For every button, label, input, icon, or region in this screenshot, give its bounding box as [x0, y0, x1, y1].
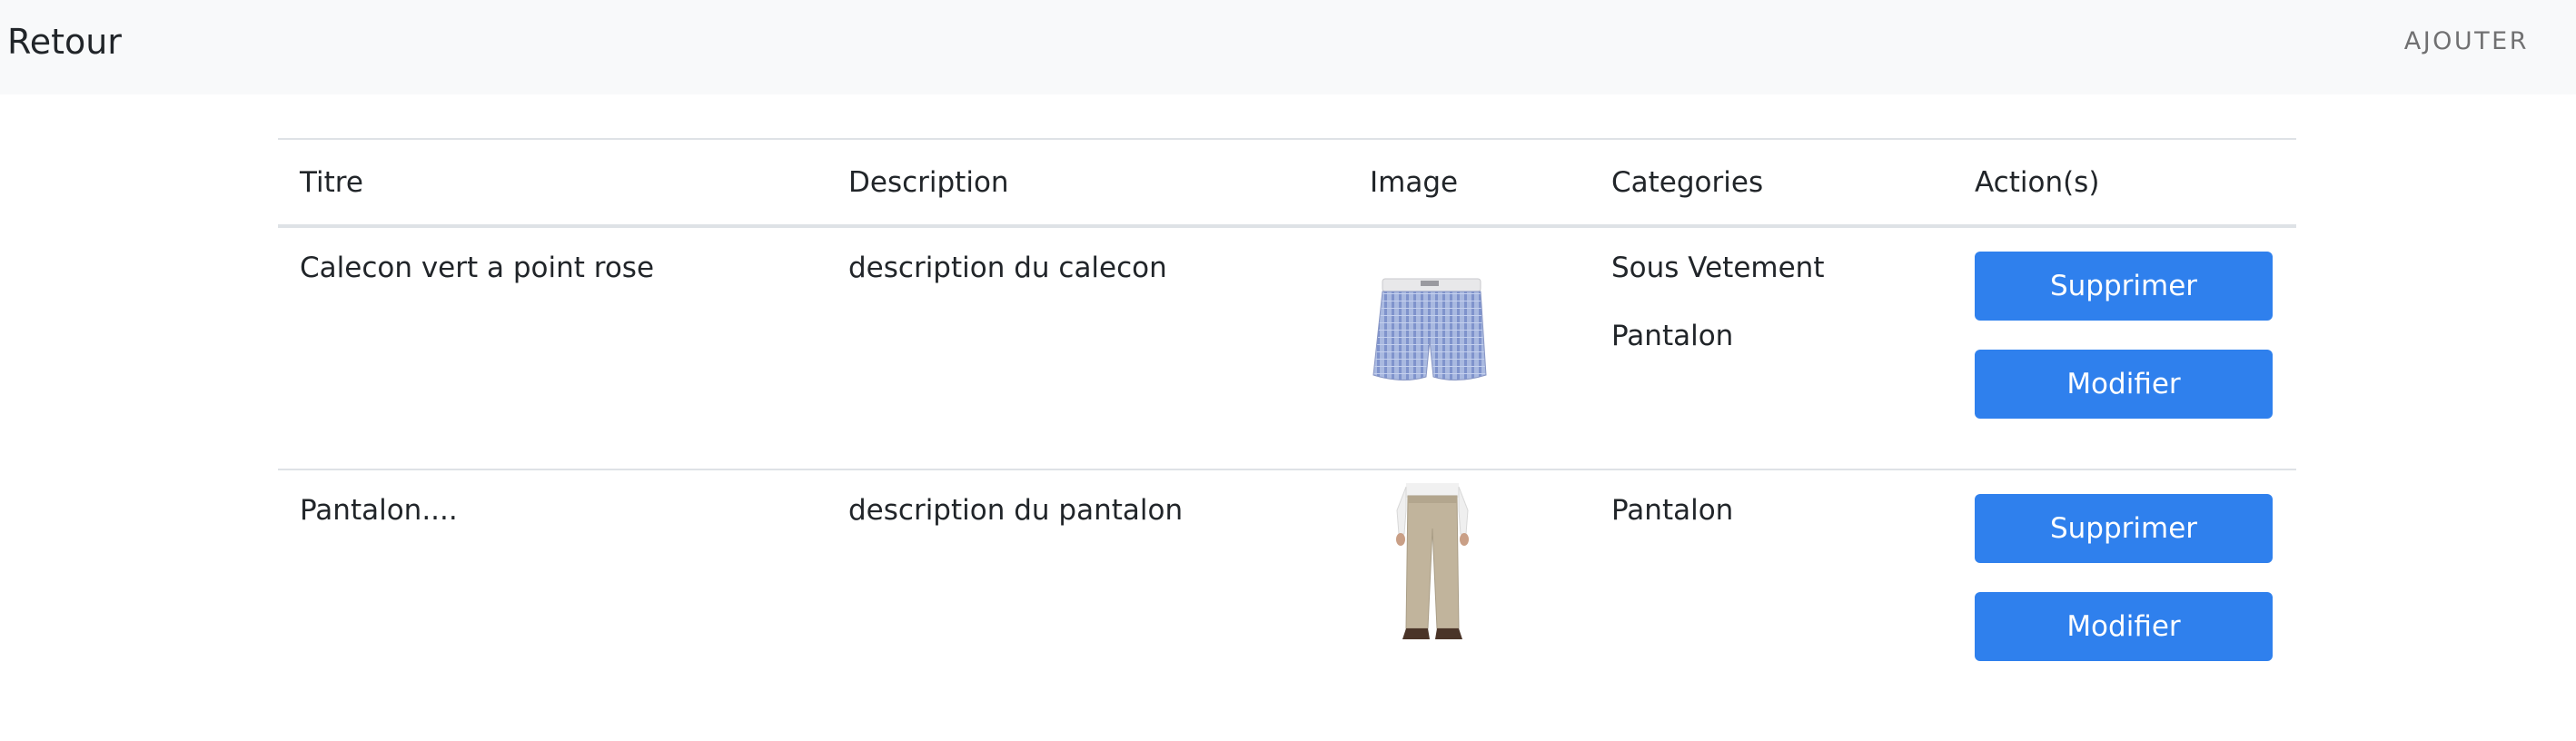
edit-button[interactable]: Modifier	[1975, 592, 2273, 661]
products-table: Titre Description Image Categories Actio…	[278, 138, 2296, 714]
add-link[interactable]: AJOUTER	[2404, 26, 2529, 57]
row-actions: Supprimer Modifier	[1953, 225, 2296, 469]
category-item: Pantalon	[1611, 494, 1734, 527]
row-title: Pantalon....	[278, 469, 827, 714]
row-actions: Supprimer Modifier	[1953, 469, 2296, 714]
header-title: Titre	[278, 138, 827, 228]
row-image-cell	[1348, 225, 1590, 469]
edit-button[interactable]: Modifier	[1975, 350, 2273, 419]
category-list: Sous Vetement Pantalon	[1611, 250, 1953, 354]
delete-button[interactable]: Supprimer	[1975, 494, 2273, 563]
back-link[interactable]: Retour	[7, 20, 122, 64]
row-title: Calecon vert a point rose	[278, 225, 827, 469]
category-item: Pantalon	[1611, 320, 1734, 352]
category-list: Pantalon	[1611, 492, 1953, 529]
header-description: Description	[827, 138, 1348, 228]
row-image-cell	[1348, 469, 1590, 714]
boxer-shorts-image	[1372, 278, 1487, 380]
row-categories: Pantalon	[1590, 469, 1953, 714]
table-header-row: Titre Description Image Categories Actio…	[278, 138, 2296, 228]
header-actions: Action(s)	[1953, 138, 2296, 228]
header-categories: Categories	[1590, 138, 1953, 228]
delete-button[interactable]: Supprimer	[1975, 252, 2273, 321]
row-description: description du pantalon	[827, 469, 1348, 714]
category-item: Sous Vetement	[1611, 252, 1825, 284]
trousers-image	[1396, 483, 1469, 639]
navbar: Retour AJOUTER	[0, 0, 2576, 94]
header-image: Image	[1348, 138, 1590, 228]
table-row: Pantalon.... description du pantalon Pan…	[278, 469, 2296, 714]
row-description: description du calecon	[827, 225, 1348, 469]
table-row: Calecon vert a point rose description du…	[278, 225, 2296, 469]
row-categories: Sous Vetement Pantalon	[1590, 225, 1953, 469]
